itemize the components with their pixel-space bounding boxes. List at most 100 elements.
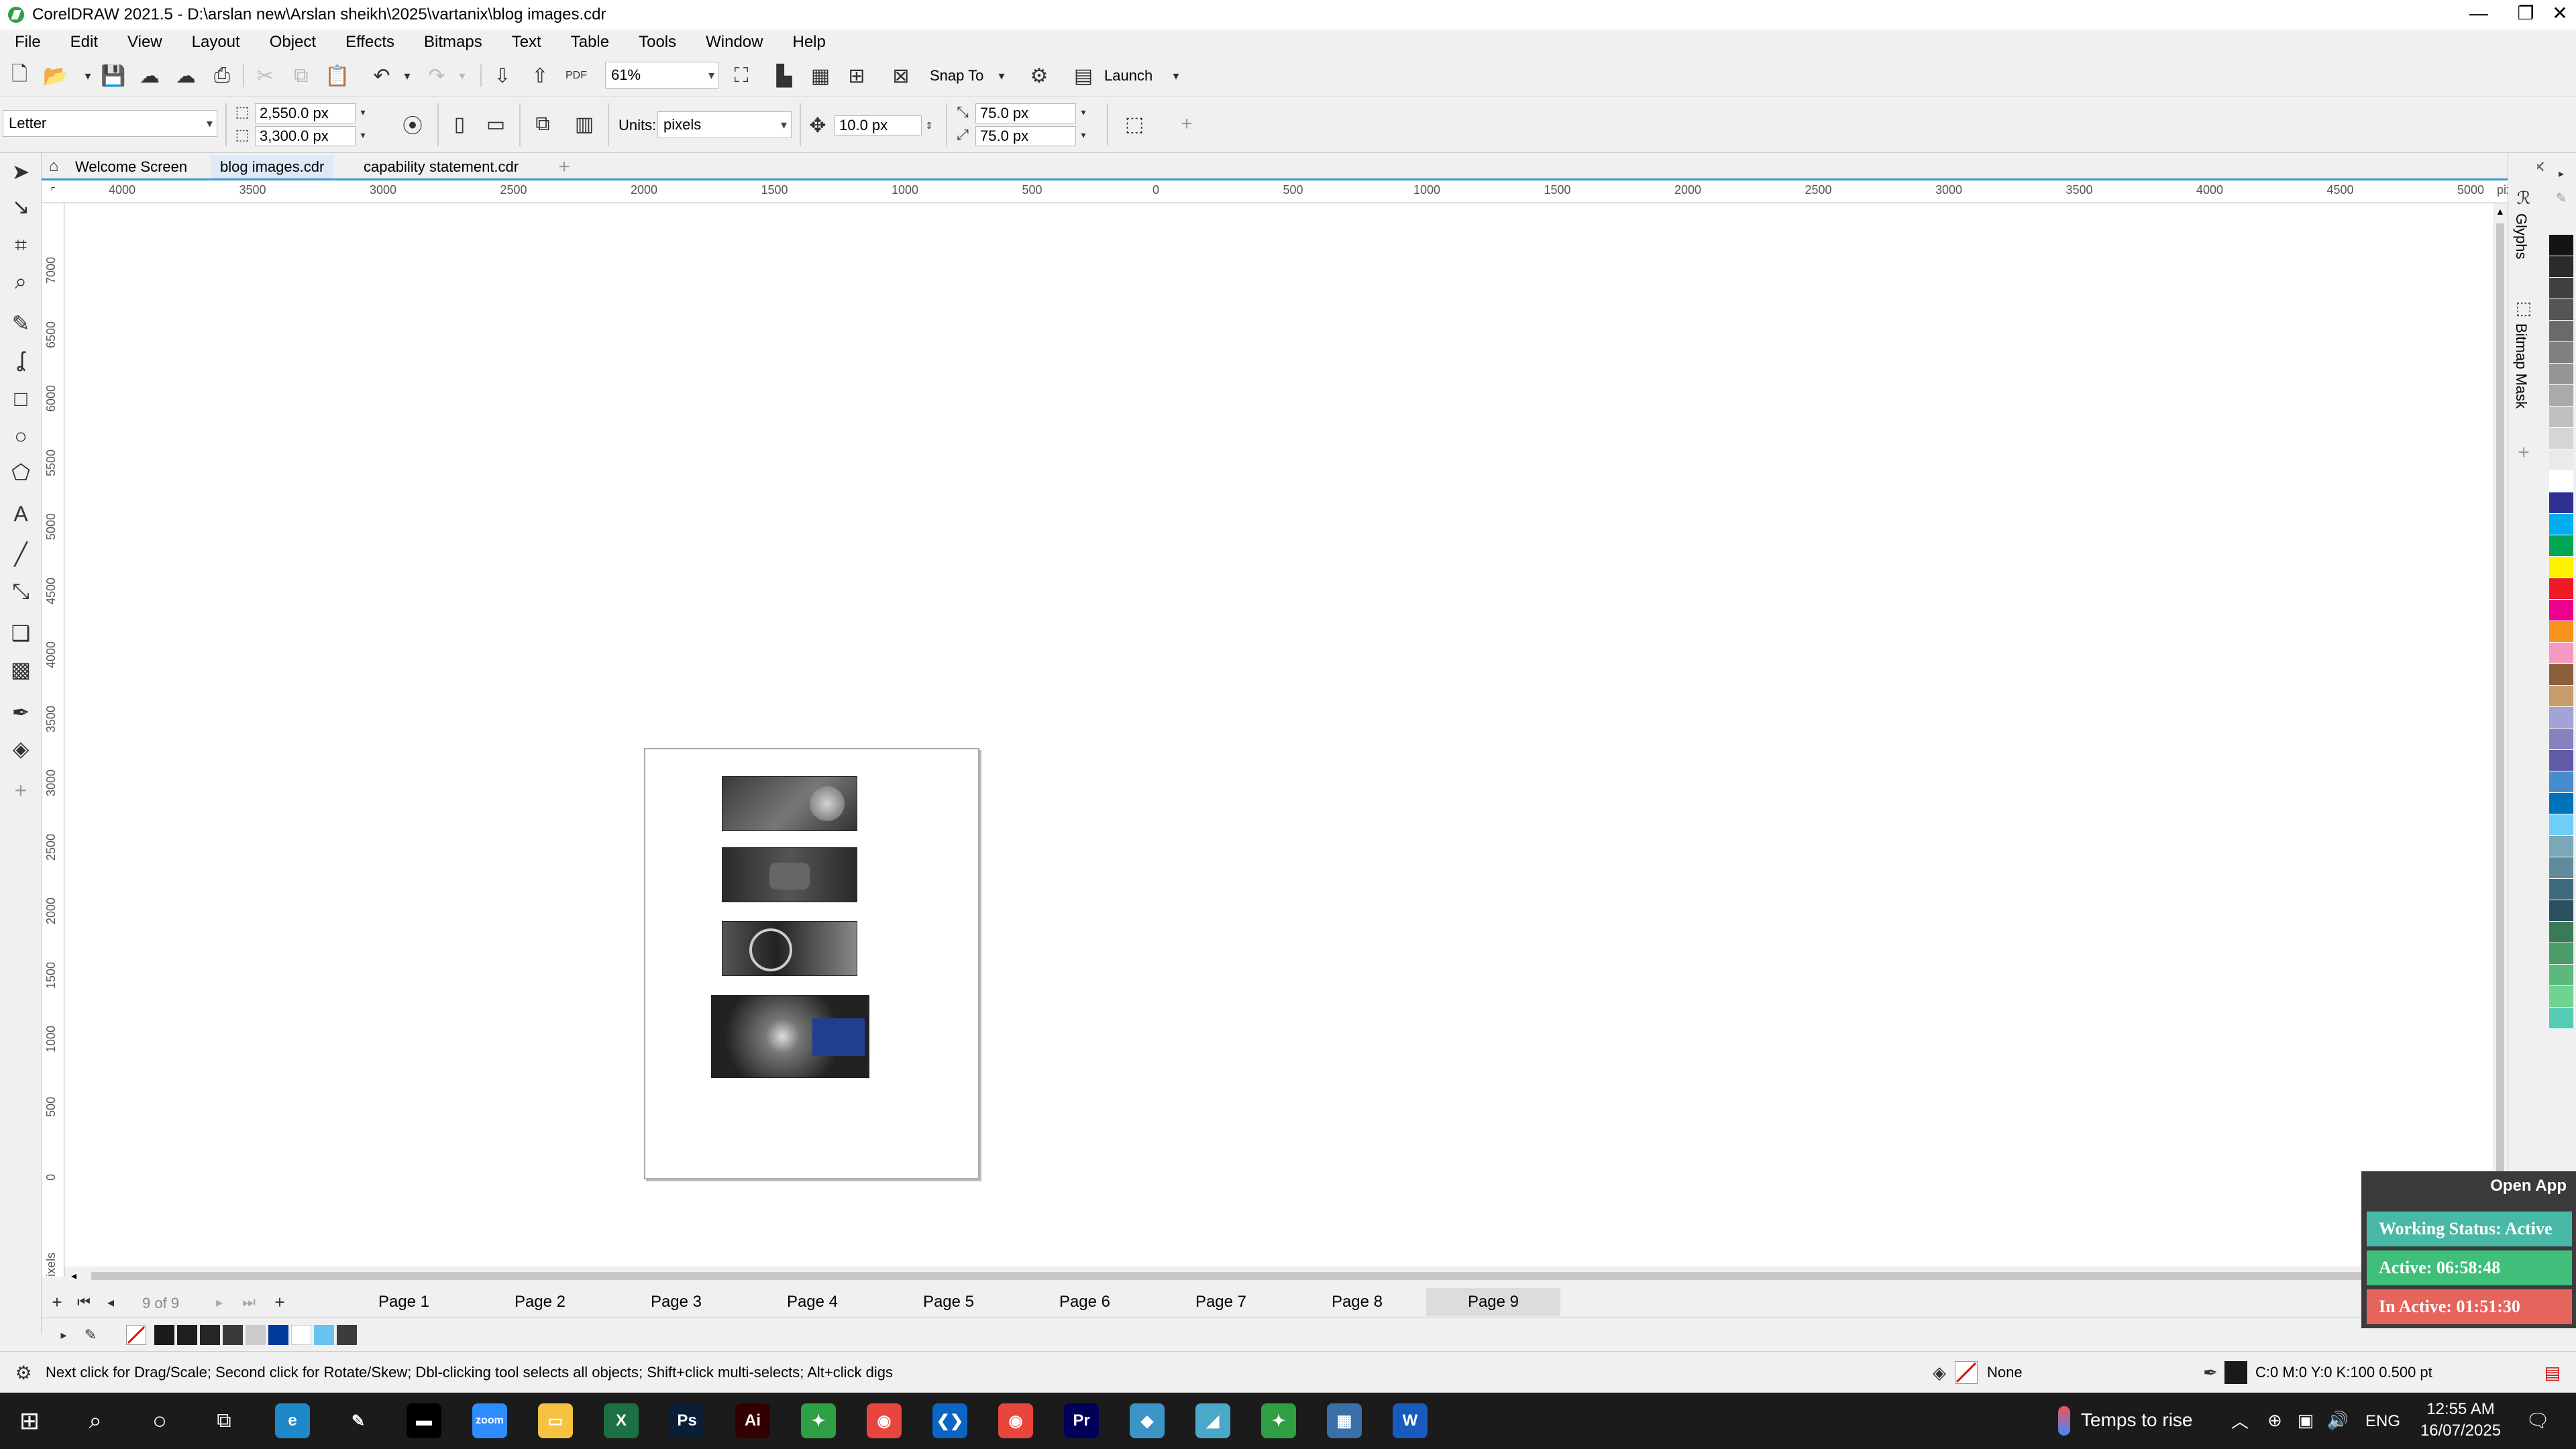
palette-swatch[interactable]	[2549, 407, 2573, 428]
dup-y-spin-icon[interactable]: ▾	[1076, 125, 1091, 145]
task-view-icon[interactable]: ⧉	[211, 1407, 237, 1434]
palette-swatch[interactable]	[2549, 621, 2573, 643]
coreldraw-active-icon[interactable]: ✦	[1261, 1403, 1296, 1438]
duplicate-distance-y-field[interactable]: 75.0 px	[975, 126, 1076, 146]
status-gear-icon[interactable]: ⚙	[11, 1360, 36, 1385]
undo-icon[interactable]: ↶	[369, 63, 394, 89]
palette-swatch[interactable]	[2549, 900, 2573, 922]
add-toolbar-icon[interactable]: +	[1174, 111, 1199, 137]
horizontal-scrollbar[interactable]: ◂	[64, 1267, 2493, 1285]
add-docker-icon[interactable]: +	[2511, 440, 2536, 466]
word-icon[interactable]: W	[1393, 1403, 1428, 1438]
landscape-icon[interactable]: ▭	[483, 111, 508, 137]
document-palette-swatch[interactable]	[154, 1325, 174, 1345]
menu-tools[interactable]: Tools	[624, 30, 691, 55]
document-palette-swatch[interactable]	[223, 1325, 243, 1345]
new-tab-icon[interactable]: +	[551, 154, 577, 180]
palette-swatch[interactable]	[2549, 514, 2573, 535]
interactive-fill-icon[interactable]: ◈	[8, 734, 34, 763]
transparency-tool-icon[interactable]: ▩	[8, 655, 34, 684]
publish-pdf-icon[interactable]: PDF	[564, 63, 589, 89]
copy-icon[interactable]: ⧉	[288, 63, 314, 89]
dup-x-spin-icon[interactable]: ▾	[1076, 102, 1091, 122]
document-palette-eyedropper-icon[interactable]: ✎	[78, 1322, 103, 1348]
grid-icon[interactable]: ▦	[808, 63, 833, 89]
page-height-field[interactable]: 3,300.0 px	[255, 126, 356, 146]
color-management-icon[interactable]: ▤	[2540, 1360, 2565, 1385]
home-icon[interactable]: ⌂	[42, 154, 66, 178]
windows-start-icon[interactable]: ⊞	[16, 1407, 43, 1434]
network-icon[interactable]: ▣	[2293, 1407, 2318, 1433]
document-palette-swatch[interactable]	[177, 1325, 197, 1345]
document-palette-swatch[interactable]	[268, 1325, 288, 1345]
vertical-scroll-thumb[interactable]	[2496, 223, 2504, 1230]
height-spin-icon[interactable]: ▾	[356, 125, 370, 145]
polygon-tool-icon[interactable]: ⬠	[8, 458, 34, 487]
page-tab[interactable]: Page 7	[1154, 1288, 1288, 1316]
pen-app-icon[interactable]: ✎	[341, 1403, 376, 1438]
redo-icon[interactable]: ↷	[424, 63, 449, 89]
chrome-profile-icon[interactable]: ◉	[998, 1403, 1033, 1438]
chrome-icon[interactable]: ◉	[867, 1403, 902, 1438]
import-icon[interactable]: ⇩	[490, 63, 515, 89]
vertical-scrollbar[interactable]: ▲	[2493, 203, 2508, 1267]
restore-icon[interactable]: ❐	[2502, 0, 2549, 30]
system-tray-app-icon[interactable]: ⊕	[2262, 1407, 2288, 1433]
page-tab[interactable]: Page 4	[745, 1288, 879, 1316]
weather-icon[interactable]	[2058, 1406, 2070, 1436]
width-spin-icon[interactable]: ▾	[356, 102, 370, 122]
palette-swatch[interactable]	[2549, 793, 2573, 814]
palette-swatch[interactable]	[2549, 879, 2573, 900]
menu-help[interactable]: Help	[777, 30, 840, 55]
menu-window[interactable]: Window	[691, 30, 777, 55]
tab-welcome-screen[interactable]: Welcome Screen	[66, 156, 197, 178]
menu-layout[interactable]: Layout	[177, 30, 255, 55]
menu-object[interactable]: Object	[255, 30, 331, 55]
snap-dropdown-icon[interactable]: ▾	[989, 63, 1014, 89]
tab-blog-images[interactable]: blog images.cdr	[211, 156, 334, 178]
vertical-ruler[interactable]: 7000 6500 6000 5500 5000 4500 4000 3500 3000 2500…	[42, 203, 64, 1277]
launch-button[interactable]: Launch	[1104, 66, 1152, 86]
all-pages-icon[interactable]: ⦿	[400, 111, 425, 138]
menu-view[interactable]: View	[113, 30, 177, 55]
page-size-dropdown[interactable]: Letter ▾	[3, 110, 217, 137]
pick-tool-icon[interactable]: ➤	[8, 157, 34, 186]
menu-effects[interactable]: Effects	[331, 30, 409, 55]
options-gear-icon[interactable]: ⚙	[1026, 63, 1052, 89]
palette-swatch[interactable]	[2549, 814, 2573, 836]
open-dropdown-icon[interactable]: ▾	[75, 63, 101, 89]
snap-off-icon[interactable]: ⊠	[888, 63, 914, 89]
palette-expand-icon[interactable]: ▸	[2549, 161, 2573, 186]
blog-image-thumbnail[interactable]	[722, 847, 857, 902]
menu-text[interactable]: Text	[497, 30, 556, 55]
calculator-icon[interactable]: ▦	[1327, 1403, 1362, 1438]
print-icon[interactable]: ⎙	[209, 63, 235, 89]
notifications-icon[interactable]: 🗨	[2525, 1407, 2551, 1433]
docker-tab-glyphs[interactable]: Glyphs	[2512, 213, 2530, 259]
palette-swatch[interactable]	[2549, 428, 2573, 449]
eyedropper-tool-icon[interactable]: ✒	[8, 698, 34, 727]
palette-eyedropper-icon[interactable]: ✎	[2549, 185, 2573, 211]
zoom-level-dropdown[interactable]: 61% ▾	[605, 62, 719, 89]
save-icon[interactable]: 💾	[101, 63, 126, 89]
add-page-before-icon[interactable]: +	[44, 1289, 70, 1315]
page-tab[interactable]: Page 1	[337, 1288, 471, 1316]
palette-swatch[interactable]	[2549, 235, 2573, 256]
illustrator-icon[interactable]: Ai	[735, 1403, 770, 1438]
duplicate-page-icon[interactable]: ⧉	[530, 111, 555, 137]
outline-color-swatch[interactable]	[2224, 1361, 2247, 1384]
undo-dropdown-icon[interactable]: ▾	[394, 63, 420, 89]
palette-swatch[interactable]	[2549, 922, 2573, 943]
first-page-icon[interactable]: ⏮	[71, 1289, 97, 1315]
menu-table[interactable]: Table	[556, 30, 624, 55]
terminal-icon[interactable]: ▬	[407, 1403, 441, 1438]
document-page[interactable]	[644, 748, 979, 1179]
cortana-icon[interactable]: ○	[146, 1407, 173, 1434]
units-dropdown[interactable]: pixels ▾	[657, 111, 792, 138]
palette-swatch[interactable]	[2549, 686, 2573, 707]
search-icon[interactable]: ⌕	[82, 1407, 109, 1434]
snap-to-dropdown[interactable]: Snap To	[930, 66, 983, 86]
palette-swatch[interactable]	[2549, 836, 2573, 857]
page-tab[interactable]: Page 5	[881, 1288, 1016, 1316]
palette-swatch[interactable]	[2549, 771, 2573, 793]
